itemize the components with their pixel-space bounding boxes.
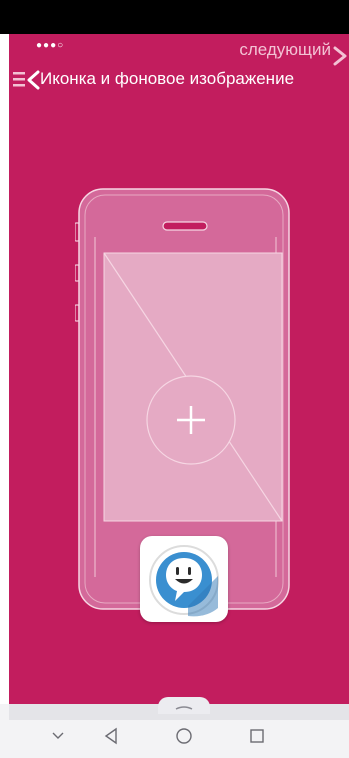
chevron-down-icon[interactable] [50, 724, 66, 748]
triangle-back-icon[interactable] [103, 724, 119, 748]
app-screen: ●●●○ следующий Иконка и фоновое изображе… [9, 34, 349, 704]
chat-smiley-icon [149, 545, 219, 617]
background-image-placeholder[interactable] [103, 252, 283, 522]
square-recents-icon[interactable] [248, 724, 266, 748]
menu-icon[interactable] [13, 70, 27, 88]
circle-home-icon[interactable] [175, 724, 193, 748]
page-indicator: ●●●○ [36, 40, 65, 51]
drawer-handle[interactable] [158, 697, 210, 714]
status-bar [0, 0, 349, 34]
page-title: Иконка и фоновое изображение [40, 69, 295, 88]
chevron-right-icon[interactable] [333, 46, 347, 66]
chevron-left-icon[interactable] [26, 70, 40, 90]
chevron-up-icon [175, 706, 193, 710]
app-icon-tile[interactable] [140, 536, 228, 622]
next-button[interactable]: следующий [239, 40, 331, 60]
